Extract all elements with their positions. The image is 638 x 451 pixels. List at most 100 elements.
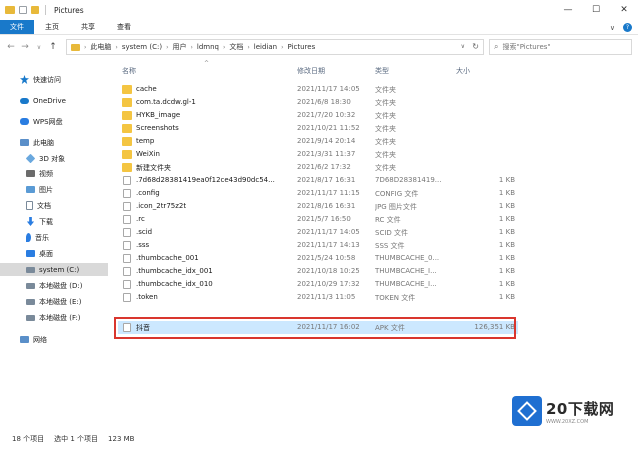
breadcrumb-ldmnq[interactable]: ldmnq [197,43,219,51]
breadcrumb-system-c[interactable]: system (C:) [122,43,162,51]
breadcrumb-separator[interactable]: › [223,44,225,51]
breadcrumb-separator[interactable]: › [166,44,168,51]
sidebar-item-label: 此电脑 [33,138,54,147]
file-row[interactable]: .icon_2tr75z2t 2021/8/16 16:31 JPG 图片文件 … [118,200,518,213]
star-icon [20,75,29,84]
tab-share[interactable]: 共享 [70,20,106,34]
file-row[interactable]: .thumbcache_idx_010 2021/10/29 17:32 THU… [118,278,518,291]
tab-file[interactable]: 文件 [0,20,34,34]
sidebar-item-pictures[interactable]: 图片 [0,183,108,196]
sidebar-item-local-disk-d[interactable]: 本地磁盘 (D:) [0,279,108,292]
breadcrumb-leidian[interactable]: leidian [254,43,277,51]
file-size: 1 KB [498,228,515,236]
ribbon-right-controls: ∨ ? [610,20,632,35]
file-row[interactable]: .scid 2021/11/17 14:05 SCID 文件 1 KB [118,226,518,239]
sidebar-item-onedrive[interactable]: OneDrive [0,94,108,107]
sidebar-item-3d-objects[interactable]: 3D 对象 [0,152,108,165]
window-title: Pictures [54,5,84,15]
file-row[interactable]: Screenshots 2021/10/21 11:52 文件夹 [118,122,518,135]
window-controls: — ☐ ✕ [554,0,638,20]
tab-view[interactable]: 查看 [106,20,142,34]
file-size: 1 KB [498,241,515,249]
column-header-name[interactable]: 名称 [122,66,136,76]
file-date: 2021/3/31 11:37 [297,150,356,158]
folder-icon [122,150,132,159]
cube-logo-icon [512,396,542,426]
breadcrumb-separator[interactable]: › [281,44,283,51]
column-header-type[interactable]: 类型 [375,66,389,76]
site-watermark-logo: 20下载网 WWW.20XZ.COM [512,391,634,431]
breadcrumb-users[interactable]: 用户 [172,42,186,52]
file-size: 1 KB [498,215,515,223]
file-row[interactable]: .config 2021/11/17 11:15 CONFIG 文件 1 KB [118,187,518,200]
sidebar-item-videos[interactable]: 视频 [0,167,108,180]
forward-button[interactable]: → [18,42,32,52]
folder-icon [71,43,80,51]
sidebar-item-this-pc[interactable]: 此电脑 [0,136,108,149]
breadcrumb-this-pc[interactable]: 此电脑 [90,42,111,52]
file-icon [123,280,131,289]
file-row[interactable]: .token 2021/11/3 11:05 TOKEN 文件 1 KB [118,291,518,304]
breadcrumb-separator[interactable]: › [190,44,192,51]
document-icon [26,201,33,210]
file-size: 1 KB [498,189,515,197]
recent-locations-button[interactable]: ∨ [32,44,46,51]
breadcrumb-documents[interactable]: 文档 [229,42,243,52]
address-dropdown-button[interactable]: ∨ [461,43,465,50]
sidebar-item-system-c[interactable]: system (C:) [0,263,108,276]
file-size: 1 KB [498,280,515,288]
breadcrumb-pictures[interactable]: Pictures [288,43,316,51]
file-name: temp [136,137,155,145]
drive-icon [26,314,35,321]
maximize-button[interactable]: ☐ [582,0,610,20]
sidebar-item-local-disk-e[interactable]: 本地磁盘 (E:) [0,295,108,308]
column-header-date[interactable]: 修改日期 [297,66,325,76]
refresh-button[interactable]: ↻ [472,42,479,51]
quick-access-properties-icon[interactable] [19,6,27,14]
search-input[interactable] [502,43,618,51]
file-row[interactable]: cache 2021/11/17 14:05 文件夹 [118,83,518,96]
file-type: TOKEN 文件 [375,294,416,302]
file-row[interactable]: .thumbcache_001 2021/5/24 10:58 THUMBCAC… [118,252,518,265]
file-row[interactable]: com.ta.dcdw.gl-1 2021/6/8 18:30 文件夹 [118,96,518,109]
search-box[interactable]: ⌕ [489,39,632,55]
breadcrumb-separator[interactable]: › [115,44,117,51]
sidebar-item-music[interactable]: 音乐 [0,231,108,244]
sidebar-item-local-disk-f[interactable]: 本地磁盘 (F:) [0,311,108,324]
file-list-pane: ^ 名称 修改日期 类型 大小 cache 2021/11/17 14:05 文… [112,60,638,426]
sidebar-item-documents[interactable]: 文档 [0,199,108,212]
file-row[interactable]: HYKB_image 2021/7/20 10:32 文件夹 [118,109,518,122]
file-row[interactable]: temp 2021/9/14 20:14 文件夹 [118,135,518,148]
folder-icon [122,85,132,94]
tab-home[interactable]: 主页 [34,20,70,34]
minimize-button[interactable]: — [554,0,582,20]
file-date: 2021/11/17 11:15 [297,189,360,197]
file-date: 2021/10/21 11:52 [297,124,360,132]
file-date: 2021/11/17 14:13 [297,241,360,249]
sidebar-item-quick-access[interactable]: 快速访问 [0,73,108,86]
close-button[interactable]: ✕ [610,0,638,20]
file-name: HYKB_image [136,111,181,119]
file-row[interactable]: .rc 2021/5/7 16:50 RC 文件 1 KB [118,213,518,226]
file-row[interactable]: .thumbcache_idx_001 2021/10/18 10:25 THU… [118,265,518,278]
up-button[interactable]: ↑ [46,42,60,52]
sidebar-item-network[interactable]: 网络 [0,333,108,346]
file-type: SSS 文件 [375,242,405,250]
file-type: THUMBCACHE_I... [375,267,437,275]
file-row[interactable]: .7d68d28381419ea0f12ce43d90dc54... 2021/… [118,174,518,187]
file-row[interactable]: 新建文件夹 2021/6/2 17:32 文件夹 [118,161,518,174]
back-button[interactable]: ← [4,42,18,52]
file-name: .rc [136,215,145,223]
column-header-size[interactable]: 大小 [456,66,470,76]
expand-ribbon-button[interactable]: ∨ [610,24,615,32]
sidebar-item-downloads[interactable]: 下载 [0,215,108,228]
file-row[interactable]: .sss 2021/11/17 14:13 SSS 文件 1 KB [118,239,518,252]
address-bar[interactable]: › 此电脑 › system (C:) › 用户 › ldmnq › 文档 › … [66,39,484,55]
file-row[interactable]: WeiXin 2021/3/31 11:37 文件夹 [118,148,518,161]
breadcrumb-separator[interactable]: › [247,44,249,51]
file-icon [123,215,131,224]
sidebar-item-desktop[interactable]: 桌面 [0,247,108,260]
sidebar-item-wps-drive[interactable]: WPS网盘 [0,115,108,128]
help-icon[interactable]: ? [623,23,632,32]
quick-access-new-folder-icon[interactable] [31,6,39,14]
